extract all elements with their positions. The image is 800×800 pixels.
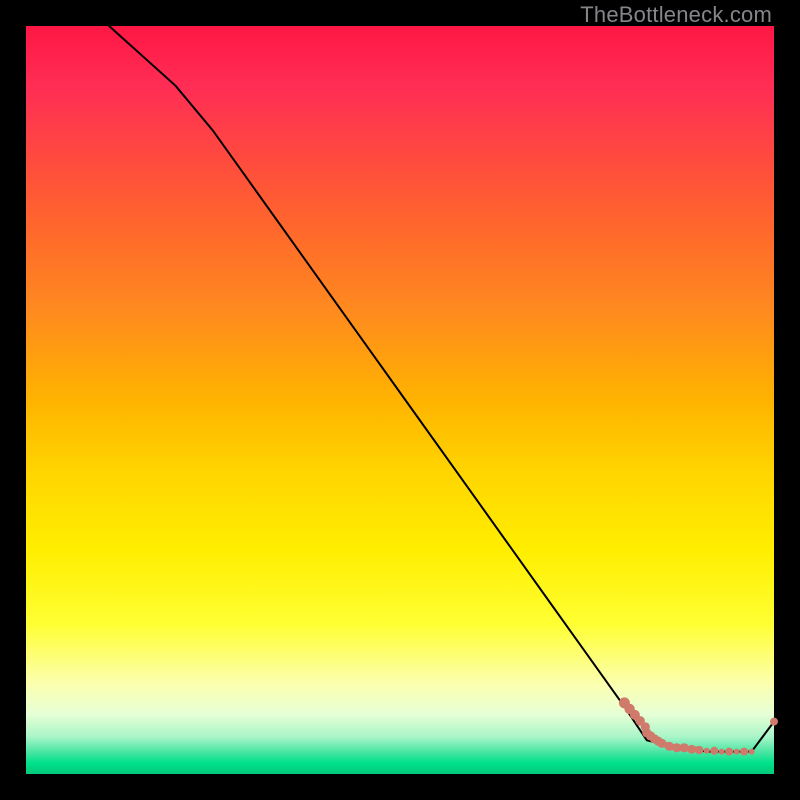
marker-dot bbox=[740, 748, 748, 756]
marker-dot bbox=[704, 748, 710, 754]
marker-dot bbox=[770, 718, 778, 726]
chart-frame: TheBottleneck.com bbox=[0, 0, 800, 800]
metric-line bbox=[26, 0, 774, 752]
chart-overlay-svg bbox=[26, 26, 774, 774]
marker-dot bbox=[719, 749, 725, 755]
marker-dot bbox=[749, 749, 755, 755]
marker-dot bbox=[725, 748, 733, 756]
marker-dot bbox=[734, 749, 740, 755]
marker-dot bbox=[710, 747, 718, 755]
marker-dot bbox=[695, 746, 703, 754]
watermark-text: TheBottleneck.com bbox=[580, 2, 772, 28]
